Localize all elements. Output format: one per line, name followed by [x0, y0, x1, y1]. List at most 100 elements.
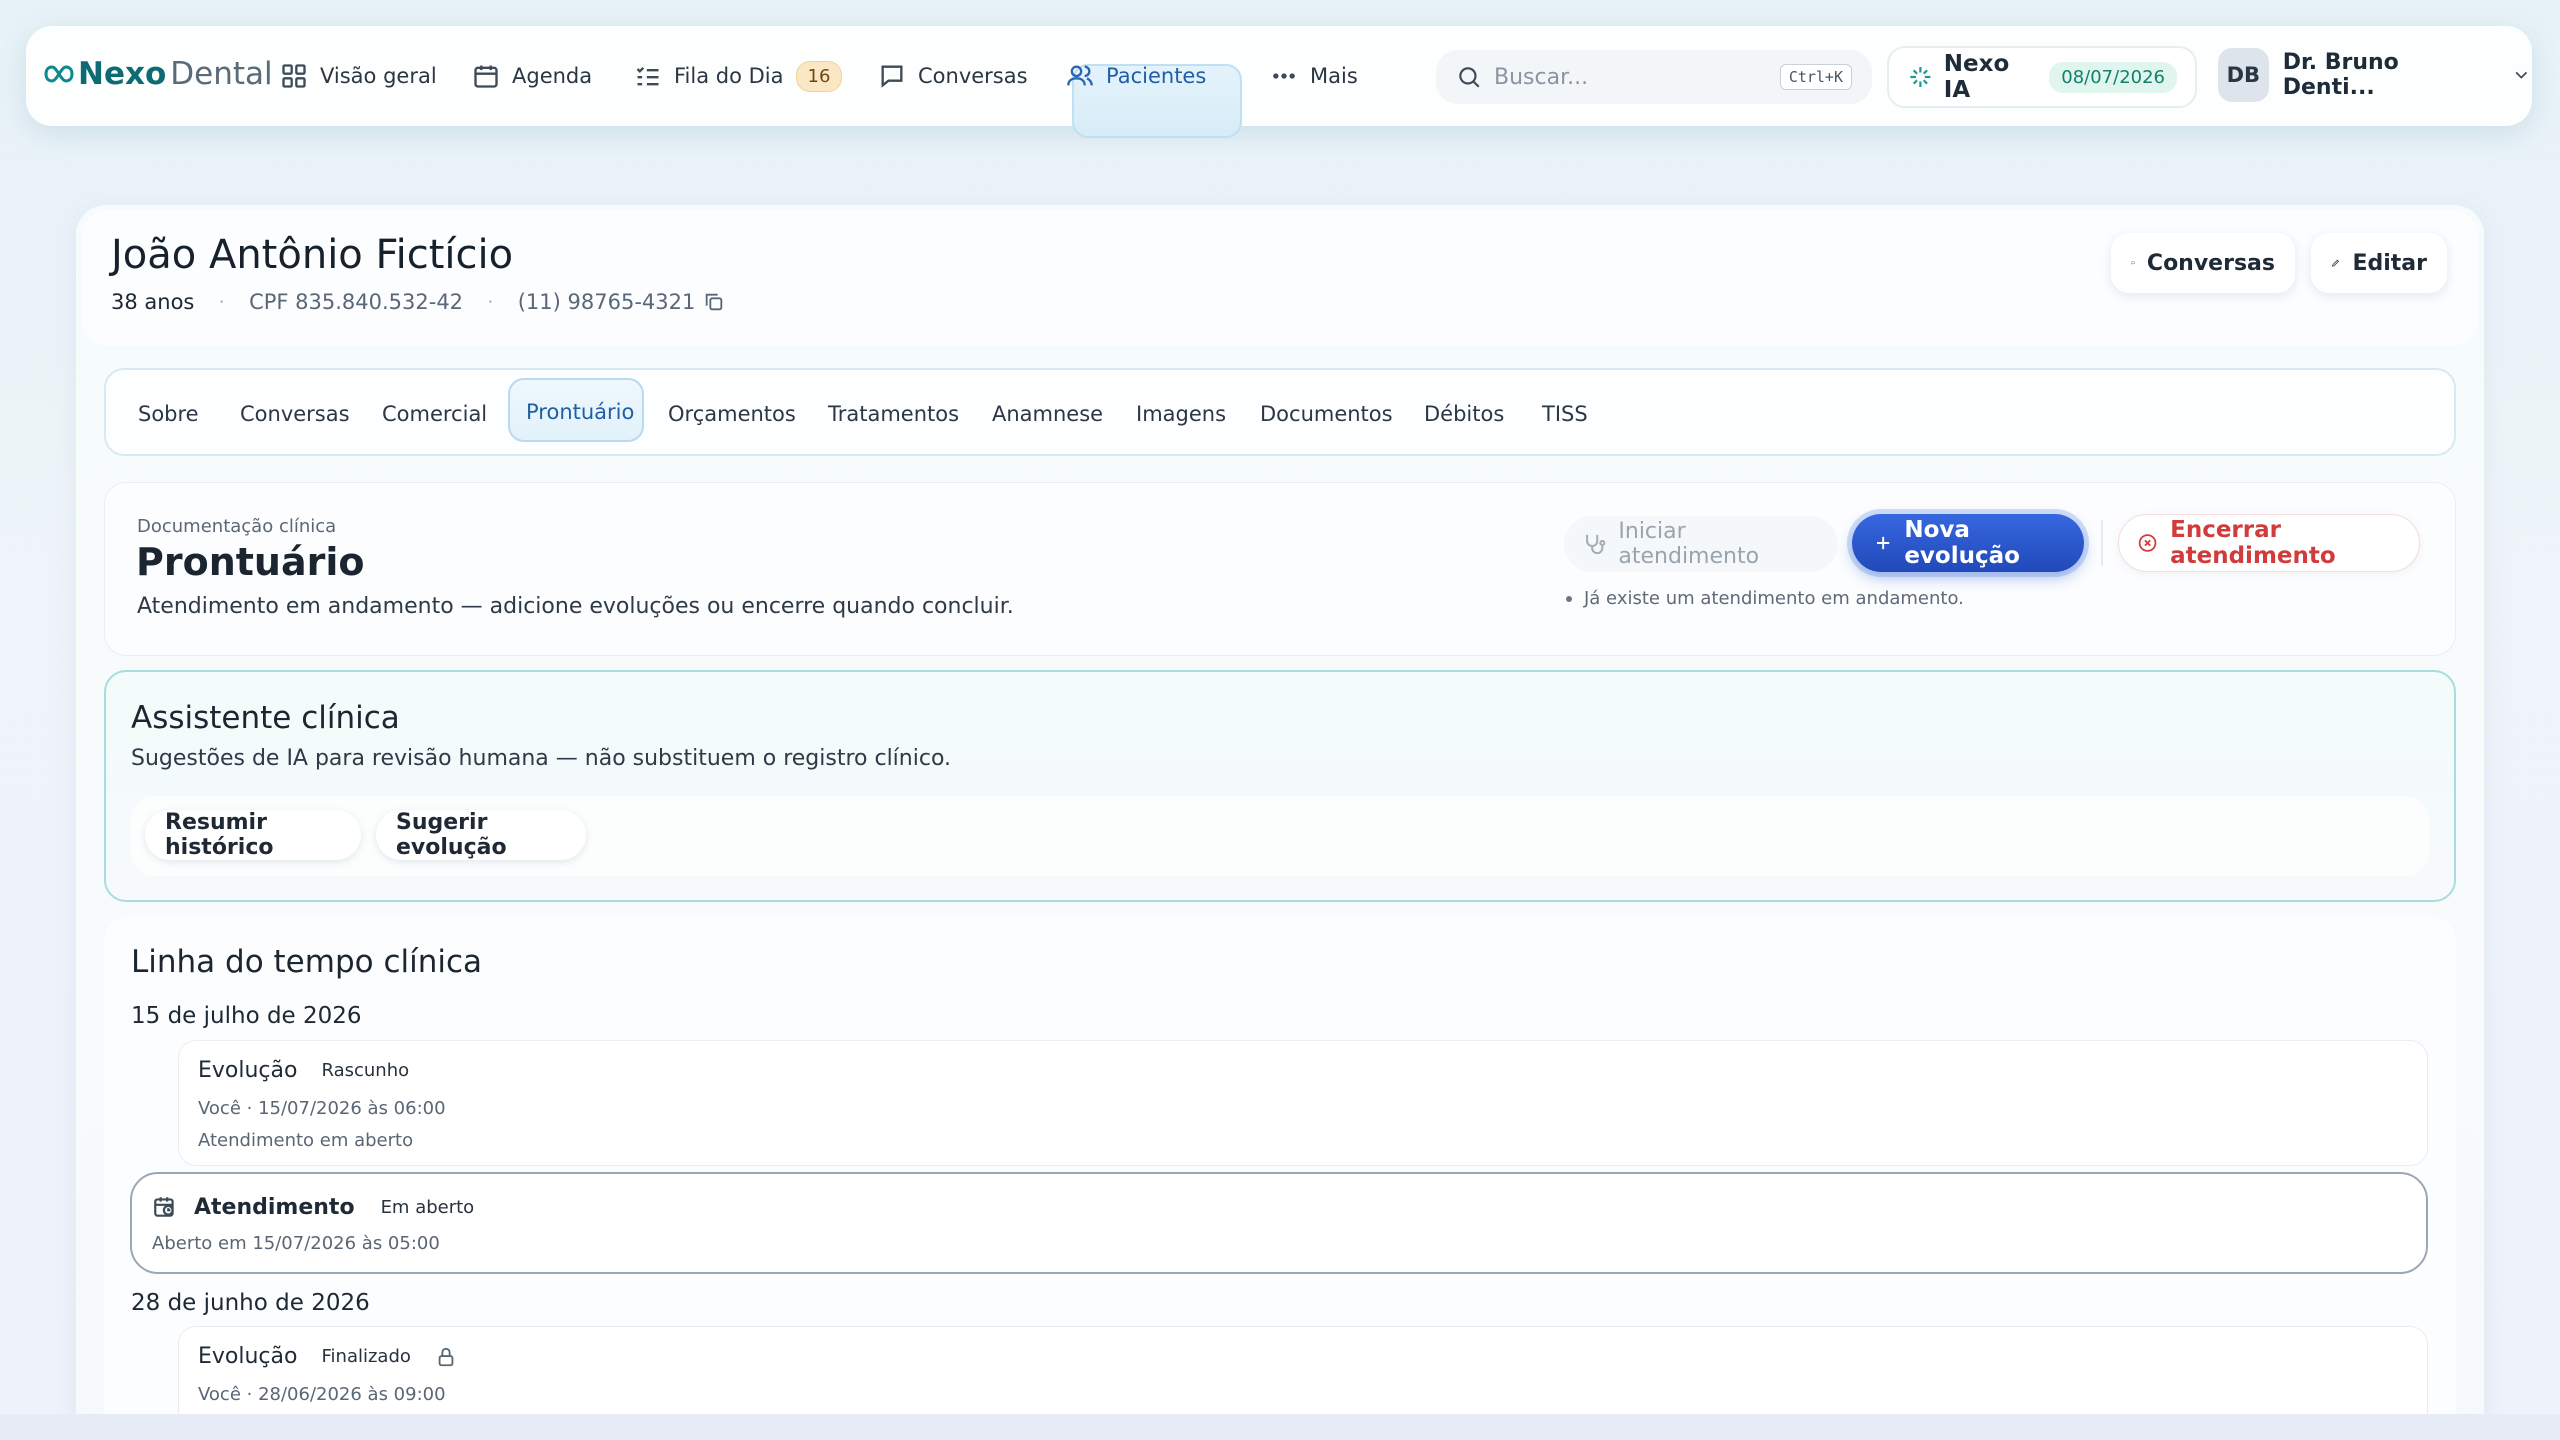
copy-icon[interactable]: [703, 291, 725, 313]
patient-tabs: Sobre Conversas Comercial Prontuário Orç…: [104, 368, 2456, 456]
brand-name-part2: Dental: [170, 56, 273, 92]
close-circle-icon: [2138, 534, 2157, 552]
nav-item-visao-geral[interactable]: Visão geral: [280, 56, 437, 96]
chevron-down-icon: [2515, 71, 2528, 79]
tab-tiss[interactable]: TISS: [1542, 402, 1588, 426]
resumir-historico-button[interactable]: Resumir histórico: [145, 810, 361, 860]
iniciar-label: Iniciar atendimento: [1618, 519, 1760, 569]
nav-label: Conversas: [918, 64, 1028, 88]
patient-cpf: CPF 835.840.532-42: [249, 290, 464, 314]
timeline-title: Linha do tempo clínica: [131, 944, 483, 980]
queue-count-badge: 16: [795, 60, 843, 92]
chat-icon: [881, 65, 903, 88]
tab-prontuario[interactable]: Prontuário: [526, 400, 634, 424]
top-navbar: Nexo Dental Visão geral Agenda Fila do D…: [26, 26, 2532, 138]
tab-anamnese[interactable]: Anamnese: [992, 402, 1103, 426]
search-bar[interactable]: Buscar... Ctrl+K: [1436, 50, 1872, 104]
nav-label: Mais: [1310, 64, 1358, 88]
grid-icon: [282, 64, 306, 88]
tab-documentos[interactable]: Documentos: [1260, 402, 1393, 426]
tab-conversas[interactable]: Conversas: [240, 402, 350, 426]
users-icon: [1067, 65, 1093, 86]
tab-comercial[interactable]: Comercial: [382, 402, 487, 426]
iniciar-atendimento-button[interactable]: Iniciar atendimento: [1564, 516, 1838, 572]
nav-item-fila-do-dia[interactable]: Fila do Dia 16: [634, 56, 843, 96]
infinity-logo-icon: [44, 65, 74, 83]
prontuario-subtitle: Atendimento em andamento — adicione evol…: [137, 594, 1014, 619]
bullet: [1566, 595, 1572, 602]
nav-item-pacientes[interactable]: Pacientes: [1066, 56, 1206, 96]
chat-icon: [2131, 261, 2135, 265]
patient-phone: (11) 98765-4321: [517, 290, 696, 314]
nova-evolucao-label: Nova evolução: [1904, 517, 2020, 569]
stethoscope-icon: [1586, 534, 1606, 555]
separator-dot: ·: [218, 290, 226, 314]
entry-status-badge: Em aberto: [380, 1196, 475, 1218]
calendar-clock-icon: [154, 1197, 174, 1217]
sparkle-ai-icon: [1910, 66, 1931, 88]
sugerir-evolucao-button[interactable]: Sugerir evolução: [376, 810, 586, 860]
existing-appointment-note: Já existe um atendimento em andamento.: [1564, 588, 1964, 609]
current-date-pill: 08/07/2026: [2049, 61, 2177, 93]
assistente-subtitle: Sugestões de IA para revisão humana — nã…: [131, 746, 952, 771]
entry-header: Evolução Rascunho: [198, 1058, 409, 1083]
nexo-ia-label: Nexo IA: [1943, 51, 2010, 103]
patient-name: João Antônio Fictício: [111, 232, 514, 278]
user-name: Dr. Bruno Denti...: [2282, 50, 2399, 100]
assistente-title: Assistente clínica: [131, 700, 400, 736]
pencil-icon: [2332, 259, 2340, 267]
note-text: Já existe um atendimento em andamento.: [1584, 588, 1964, 609]
patient-age: 38 anos: [111, 290, 195, 314]
search-icon: [1459, 67, 1480, 88]
timeline-date-heading: 28 de junho de 2026: [131, 1290, 370, 1316]
lock-icon: [438, 1347, 454, 1366]
entry-meta: Aberto em 15/07/2026 às 05:00: [152, 1233, 440, 1254]
tab-imagens[interactable]: Imagens: [1136, 402, 1226, 426]
nav-label: Pacientes: [1106, 64, 1207, 88]
entry-meta: Você · 15/07/2026 às 06:00: [198, 1098, 446, 1119]
viewport-bottom-edge: [0, 1414, 2560, 1440]
nav-label: Visão geral: [320, 64, 437, 88]
entry-meta: Você · 28/06/2026 às 09:00: [198, 1384, 446, 1405]
timeline-entry-atendimento[interactable]: [130, 1172, 2428, 1274]
conversas-button-label: Conversas: [2146, 250, 2275, 276]
brand-logo[interactable]: Nexo Dental: [44, 56, 273, 92]
nav-label: Agenda: [512, 64, 593, 88]
entry-header: Atendimento Em aberto: [152, 1194, 474, 1220]
calendar-icon: [474, 65, 498, 88]
section-kicker: Documentação clínica: [137, 516, 337, 537]
patient-meta: 38 anos · CPF 835.840.532-42 · (11) 9876…: [111, 290, 725, 314]
entry-detail: Atendimento em aberto: [198, 1130, 414, 1151]
list-check-icon: [636, 67, 659, 86]
nav-item-agenda[interactable]: Agenda: [472, 56, 592, 96]
separator-dot: ·: [487, 290, 494, 314]
avatar: DB: [2218, 48, 2269, 102]
search-shortcut-hint: Ctrl+K: [1779, 64, 1852, 90]
divider: [2101, 520, 2103, 566]
tab-debitos[interactable]: Débitos: [1424, 402, 1504, 426]
entry-status-badge: Finalizado: [321, 1346, 411, 1367]
conversas-button[interactable]: Conversas: [2111, 233, 2295, 293]
tab-sobre[interactable]: Sobre: [138, 402, 199, 426]
tab-tratamentos[interactable]: Tratamentos: [828, 402, 959, 426]
nav-label: Fila do Dia: [674, 64, 784, 88]
timeline-entry-evolucao[interactable]: [178, 1040, 2428, 1166]
nexo-ia-button[interactable]: Nexo IA 08/07/2026: [1887, 46, 2197, 108]
nova-evolucao-button[interactable]: Nova evolução: [1852, 514, 2084, 572]
edit-button[interactable]: Editar: [2311, 233, 2447, 293]
search-input[interactable]: Buscar...: [1494, 65, 1780, 90]
nav-item-mais[interactable]: Mais: [1270, 56, 1358, 96]
encerrar-label: Encerrar atendimento: [2170, 517, 2336, 569]
edit-button-label: Editar: [2352, 250, 2427, 276]
plus-icon: [1877, 536, 1890, 550]
tab-orcamentos[interactable]: Orçamentos: [668, 402, 796, 426]
entry-type: Evolução: [198, 1058, 298, 1083]
nav-item-conversas[interactable]: Conversas: [878, 56, 1028, 96]
encerrar-atendimento-button[interactable]: Encerrar atendimento: [2118, 514, 2420, 572]
entry-type: Evolução: [198, 1344, 298, 1369]
more-dots-icon: [1273, 73, 1295, 79]
entry-header: Evolução Finalizado: [198, 1344, 457, 1369]
entry-type: Atendimento: [194, 1194, 355, 1220]
user-menu[interactable]: DB Dr. Bruno Denti...: [2218, 48, 2532, 102]
prontuario-header-card: [104, 482, 2456, 656]
